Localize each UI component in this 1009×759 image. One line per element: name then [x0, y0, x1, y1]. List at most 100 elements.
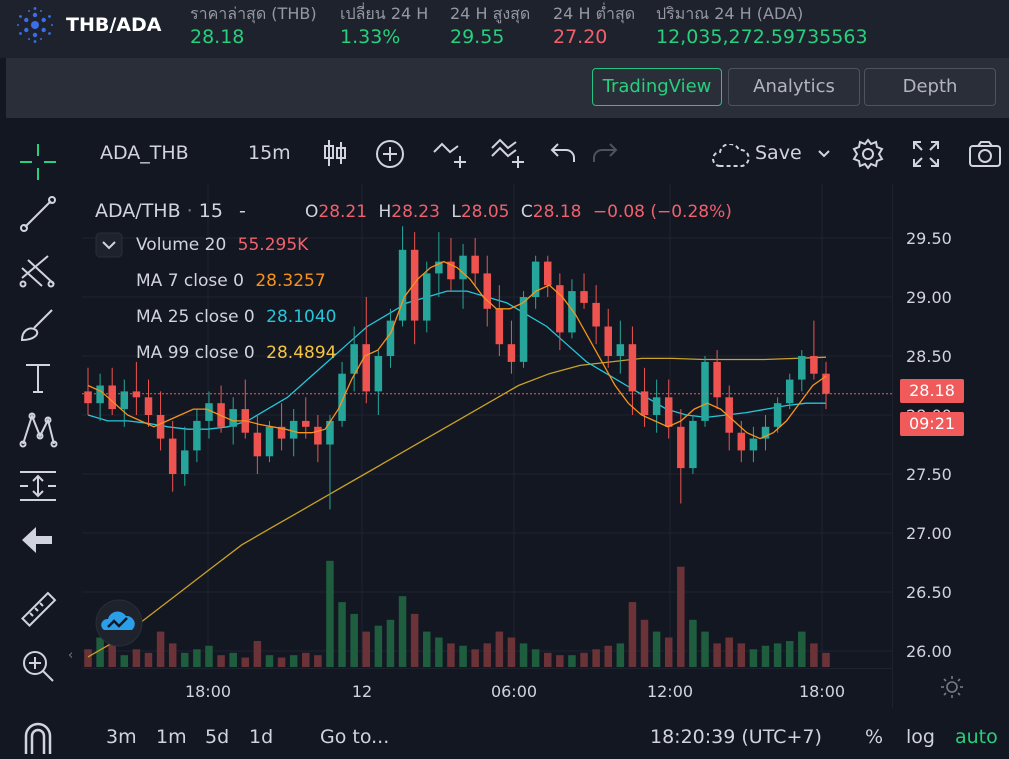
- volume-bar: [761, 645, 770, 667]
- candle-body: [773, 403, 782, 427]
- zoom-in-icon[interactable]: [18, 646, 58, 686]
- volume-bar: [556, 655, 564, 667]
- redo-icon[interactable]: [592, 140, 618, 166]
- add-indicator-icon[interactable]: [374, 138, 406, 170]
- ruler-icon[interactable]: [18, 590, 58, 630]
- volume-bar: [265, 655, 274, 667]
- volume-bar: [168, 643, 177, 667]
- pair-title[interactable]: THB/ADA: [66, 14, 161, 36]
- volume-bar: [326, 560, 334, 667]
- candles-icon[interactable]: [322, 138, 348, 168]
- tab-analytics[interactable]: Analytics: [728, 68, 860, 106]
- candle-body: [689, 420, 697, 469]
- fib-icon[interactable]: [18, 250, 58, 290]
- time-axis[interactable]: 18:00 12 06:00 12:00 18:00: [82, 668, 892, 708]
- candle-body: [410, 249, 419, 321]
- sun-icon[interactable]: [940, 675, 964, 699]
- camera-icon[interactable]: [968, 140, 1002, 168]
- volume-bar: [459, 645, 467, 667]
- chevron-down-icon[interactable]: [816, 148, 832, 160]
- volume-bar: [423, 631, 431, 667]
- time-tick-label: 18:00: [185, 682, 231, 701]
- market-header: THB/ADA ราคาล่าสุด (THB) 28.18 เปลี่ยน 2…: [0, 0, 1009, 58]
- range-3m-button[interactable]: 3m: [106, 726, 137, 748]
- legend-o-value: 28.21: [318, 202, 368, 222]
- candle-body: [592, 302, 600, 327]
- text-icon[interactable]: [18, 358, 58, 398]
- candle-body: [713, 361, 721, 398]
- chart-toolbar: ADA_THB 15m Save: [82, 118, 1009, 184]
- legend-ma25-value: 28.1040: [266, 307, 337, 327]
- tradingview-logo-icon[interactable]: [94, 598, 144, 648]
- price-tick-label: 27.00: [906, 524, 952, 543]
- legend-c-label: C: [520, 202, 533, 222]
- log-toggle[interactable]: log: [906, 726, 935, 748]
- volume-bar: [519, 643, 528, 667]
- save-button[interactable]: Save: [755, 142, 802, 164]
- volume-bar: [241, 657, 250, 667]
- candle-body: [737, 432, 746, 451]
- candle-body: [519, 297, 528, 362]
- fullscreen-icon[interactable]: [912, 140, 940, 168]
- stat-label: ราคาล่าสุด (THB): [190, 4, 317, 23]
- price-tick-label: 27.50: [906, 465, 952, 484]
- stat-label: ปริมาณ 24 H (ADA): [656, 4, 804, 23]
- symbol-search-button[interactable]: ADA_THB: [100, 142, 189, 164]
- crosshair-icon[interactable]: [18, 142, 58, 182]
- price-tick-label: 28.50: [906, 347, 952, 366]
- volume-bar: [701, 631, 709, 667]
- time-tick-label: 18:00: [799, 682, 845, 701]
- range-1d-button[interactable]: 1d: [249, 726, 273, 748]
- price-chart[interactable]: [82, 184, 892, 667]
- candle-body: [543, 261, 552, 286]
- indicators-icon[interactable]: [490, 136, 526, 170]
- tab-tradingview[interactable]: TradingView: [592, 68, 722, 106]
- brush-icon[interactable]: [18, 304, 58, 344]
- percent-toggle[interactable]: %: [865, 726, 883, 748]
- legend-collapse-icon[interactable]: [95, 232, 123, 258]
- candle-body: [374, 356, 383, 392]
- stat-value: 29.55: [450, 26, 505, 48]
- time-tick-label: 06:00: [491, 682, 537, 701]
- bottom-toolbar: 3m 1m 5d 1d Go to... 18:20:39 (UTC+7) % …: [82, 708, 1009, 759]
- volume-bar: [350, 613, 358, 667]
- range-1m-button[interactable]: 1m: [156, 726, 187, 748]
- back-arrow-icon[interactable]: [18, 520, 58, 560]
- volume-bar: [785, 641, 794, 667]
- price-axis[interactable]: 29.5029.0028.5028.0027.5027.0026.5026.00…: [892, 184, 1009, 708]
- legend-o-label: O: [305, 202, 319, 222]
- volume-bar: [483, 643, 491, 667]
- interval-button[interactable]: 15m: [248, 142, 291, 164]
- range-5d-button[interactable]: 5d: [205, 726, 229, 748]
- volume-bar: [398, 596, 407, 667]
- candle-body: [362, 344, 371, 392]
- candle-body: [132, 391, 141, 398]
- volume-bar: [749, 649, 758, 667]
- candle-body: [181, 450, 189, 474]
- chart-pane[interactable]: ADA/THB · 15 - O28.21 H28.23 L28.05 C28.…: [68, 184, 892, 667]
- last-price-tag: 28.18: [900, 379, 964, 403]
- candle-body: [229, 409, 237, 427]
- volume-bar: [664, 637, 673, 667]
- trendline-icon[interactable]: [18, 194, 58, 234]
- tab-depth[interactable]: Depth: [864, 68, 996, 106]
- candle-body: [495, 308, 504, 345]
- scroll-left-icon[interactable]: ‹: [68, 648, 80, 663]
- legend-volume-value: 55.295K: [237, 235, 309, 255]
- gear-icon[interactable]: [852, 138, 884, 170]
- undo-icon[interactable]: [550, 140, 576, 166]
- volume-bar: [289, 655, 298, 667]
- pattern-icon[interactable]: [18, 410, 58, 450]
- measure-icon[interactable]: [18, 466, 58, 506]
- magnet-icon[interactable]: [18, 718, 58, 758]
- cloud-icon[interactable]: [712, 144, 750, 168]
- compare-icon[interactable]: [432, 138, 468, 170]
- volume-bar: [205, 645, 213, 667]
- stat-low-24h: 24 H ต่ำสุด 27.20: [553, 4, 635, 50]
- clock-timezone[interactable]: 18:20:39 (UTC+7): [650, 726, 822, 748]
- stat-value: 28.18: [190, 26, 245, 48]
- go-to-button[interactable]: Go to...: [320, 726, 389, 748]
- volume-bar: [302, 652, 310, 667]
- auto-toggle[interactable]: auto: [955, 726, 998, 748]
- volume-bar: [132, 649, 141, 667]
